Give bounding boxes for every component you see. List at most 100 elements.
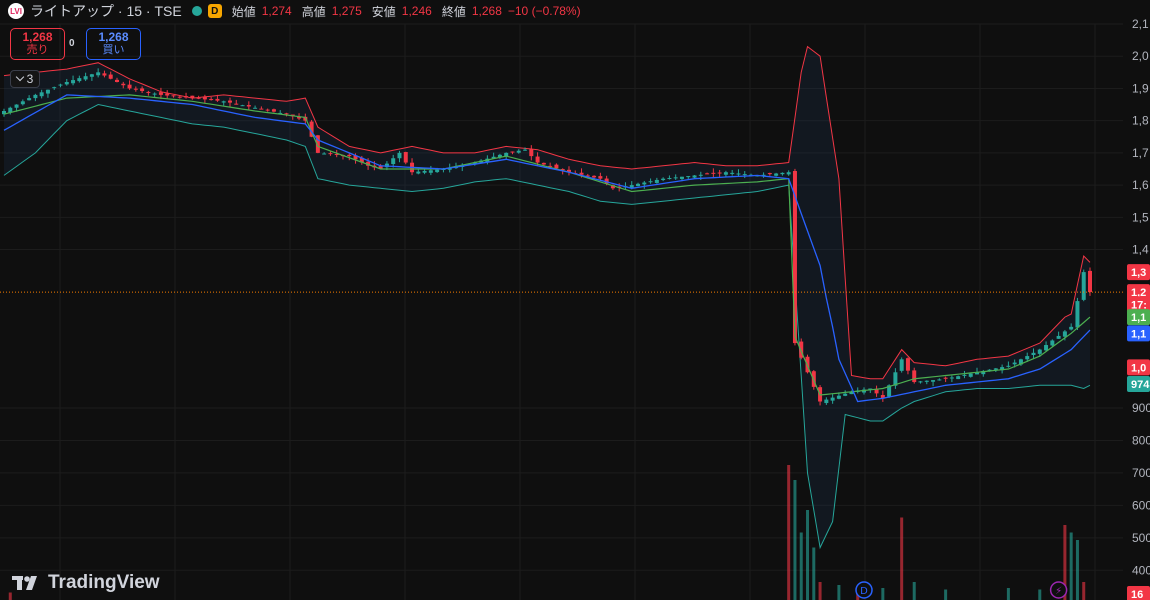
chart-background [0, 0, 1150, 600]
candle-body [165, 93, 170, 96]
candle-body [717, 172, 722, 174]
dividend-badge-icon[interactable]: D [207, 4, 222, 18]
candle-body [271, 109, 276, 112]
candle-body [554, 164, 559, 169]
tradingview-logo[interactable]: TradingView [12, 572, 160, 594]
volume-bar [799, 532, 803, 600]
candle-body [121, 83, 126, 86]
candle-body [422, 170, 427, 173]
open-value: 1,274 [261, 4, 292, 18]
candle-body [33, 94, 38, 99]
buy-label: 買い [102, 44, 125, 56]
symbol-title[interactable]: ライトアップ · 15 · TSE [30, 1, 182, 21]
event-marker-label: ⚡ [1055, 586, 1062, 597]
candle-body [510, 151, 515, 153]
price-label-text: 1,1 [1131, 312, 1146, 324]
open-label: 始値 [231, 4, 256, 19]
low-value: 1,246 [401, 4, 432, 18]
brand-name: TradingView [48, 572, 160, 593]
candle-body [397, 152, 402, 159]
candle-body [931, 380, 936, 382]
candle-body [516, 150, 521, 153]
candle-body [83, 76, 88, 80]
candle-body [184, 96, 189, 98]
volume-bar [1038, 589, 1042, 600]
candle-body [221, 101, 226, 103]
candle-body [259, 108, 264, 110]
candle-body [133, 88, 138, 90]
candle-body [774, 173, 779, 176]
y-axis-tick-label: 1,8 [1132, 114, 1149, 128]
candle-body [1044, 345, 1049, 351]
tradingview-mark-icon [12, 576, 37, 590]
price-label-text: 1,1 [1131, 328, 1146, 340]
candle-body [64, 81, 69, 85]
candle-body [428, 170, 433, 173]
price-label-text: 1,0 [1131, 362, 1146, 374]
volume-bar [1069, 532, 1073, 600]
symbol-header: LVI ライトアップ · 15 · TSE D 始値 1,274 高値 1,27… [8, 2, 581, 20]
candle-body [1062, 331, 1067, 337]
high-value: 1,275 [331, 4, 362, 18]
candle-body [89, 74, 94, 77]
volume-bar [881, 588, 885, 600]
candle-body [27, 98, 32, 101]
y-axis-tick-label: 1,5 [1132, 210, 1149, 224]
candle-body [786, 172, 791, 175]
candle-body [45, 89, 50, 94]
buy-button[interactable]: 1,268 買い [86, 28, 141, 60]
candle-body [698, 174, 703, 176]
volume-bar [806, 510, 810, 600]
candle-body [711, 172, 716, 174]
candle-body [1012, 362, 1017, 365]
candle-body [391, 158, 396, 165]
candle-body [114, 79, 119, 82]
candle-body [127, 84, 132, 89]
candle-body [146, 91, 151, 93]
price-label-text: 16 [1131, 589, 1143, 600]
candle-body [654, 179, 659, 183]
candle-body [686, 176, 691, 178]
candle-body [541, 162, 546, 165]
price-chart[interactable]: D ⚡ 2,1 2,0 1,9 1,8 1,7 1,6 1,5 1,4 900 800 700 600 50… [0, 0, 1150, 600]
candle-body [246, 105, 251, 107]
candle-body [1069, 326, 1074, 330]
y-axis-tick-label: 1,4 [1132, 243, 1149, 257]
candle-body [190, 95, 195, 99]
candle-body [265, 109, 270, 111]
candle-body [905, 358, 910, 371]
candle-body [96, 72, 101, 76]
candle-body [899, 359, 904, 371]
candle-body [742, 174, 747, 176]
volume-bar [812, 547, 816, 600]
volume-bar [944, 589, 948, 600]
change-value: −10 (−0.78%) [507, 4, 581, 18]
volume-bar [900, 517, 904, 600]
candle-body [403, 152, 408, 163]
candle-body [661, 178, 666, 181]
candle-body [918, 381, 923, 383]
volume-bar [1082, 582, 1086, 600]
candle-body [196, 97, 201, 99]
company-logo: LVI [8, 3, 24, 19]
candle-body [77, 78, 82, 82]
indicators-toggle-button[interactable]: 3 [10, 70, 40, 88]
candle-body [416, 171, 421, 174]
price-label-text: 1,3 [1131, 267, 1146, 279]
candle-body [956, 376, 961, 380]
candle-body [435, 169, 440, 173]
candle-body [1056, 335, 1061, 339]
y-axis-tick-label: 1,9 [1132, 81, 1149, 95]
y-axis-tick-label: 700 [1132, 466, 1150, 480]
candle-body [924, 380, 929, 382]
candle-body [679, 176, 684, 179]
volume-bar [912, 582, 916, 600]
candle-body [636, 183, 641, 187]
candle-body [912, 370, 917, 383]
candle-body [171, 95, 176, 97]
candle-body [1037, 349, 1042, 354]
buy-price: 1,268 [98, 30, 129, 44]
sell-button[interactable]: 1,268 売り [10, 28, 65, 60]
candle-body [177, 96, 182, 98]
candle-body [723, 172, 728, 175]
